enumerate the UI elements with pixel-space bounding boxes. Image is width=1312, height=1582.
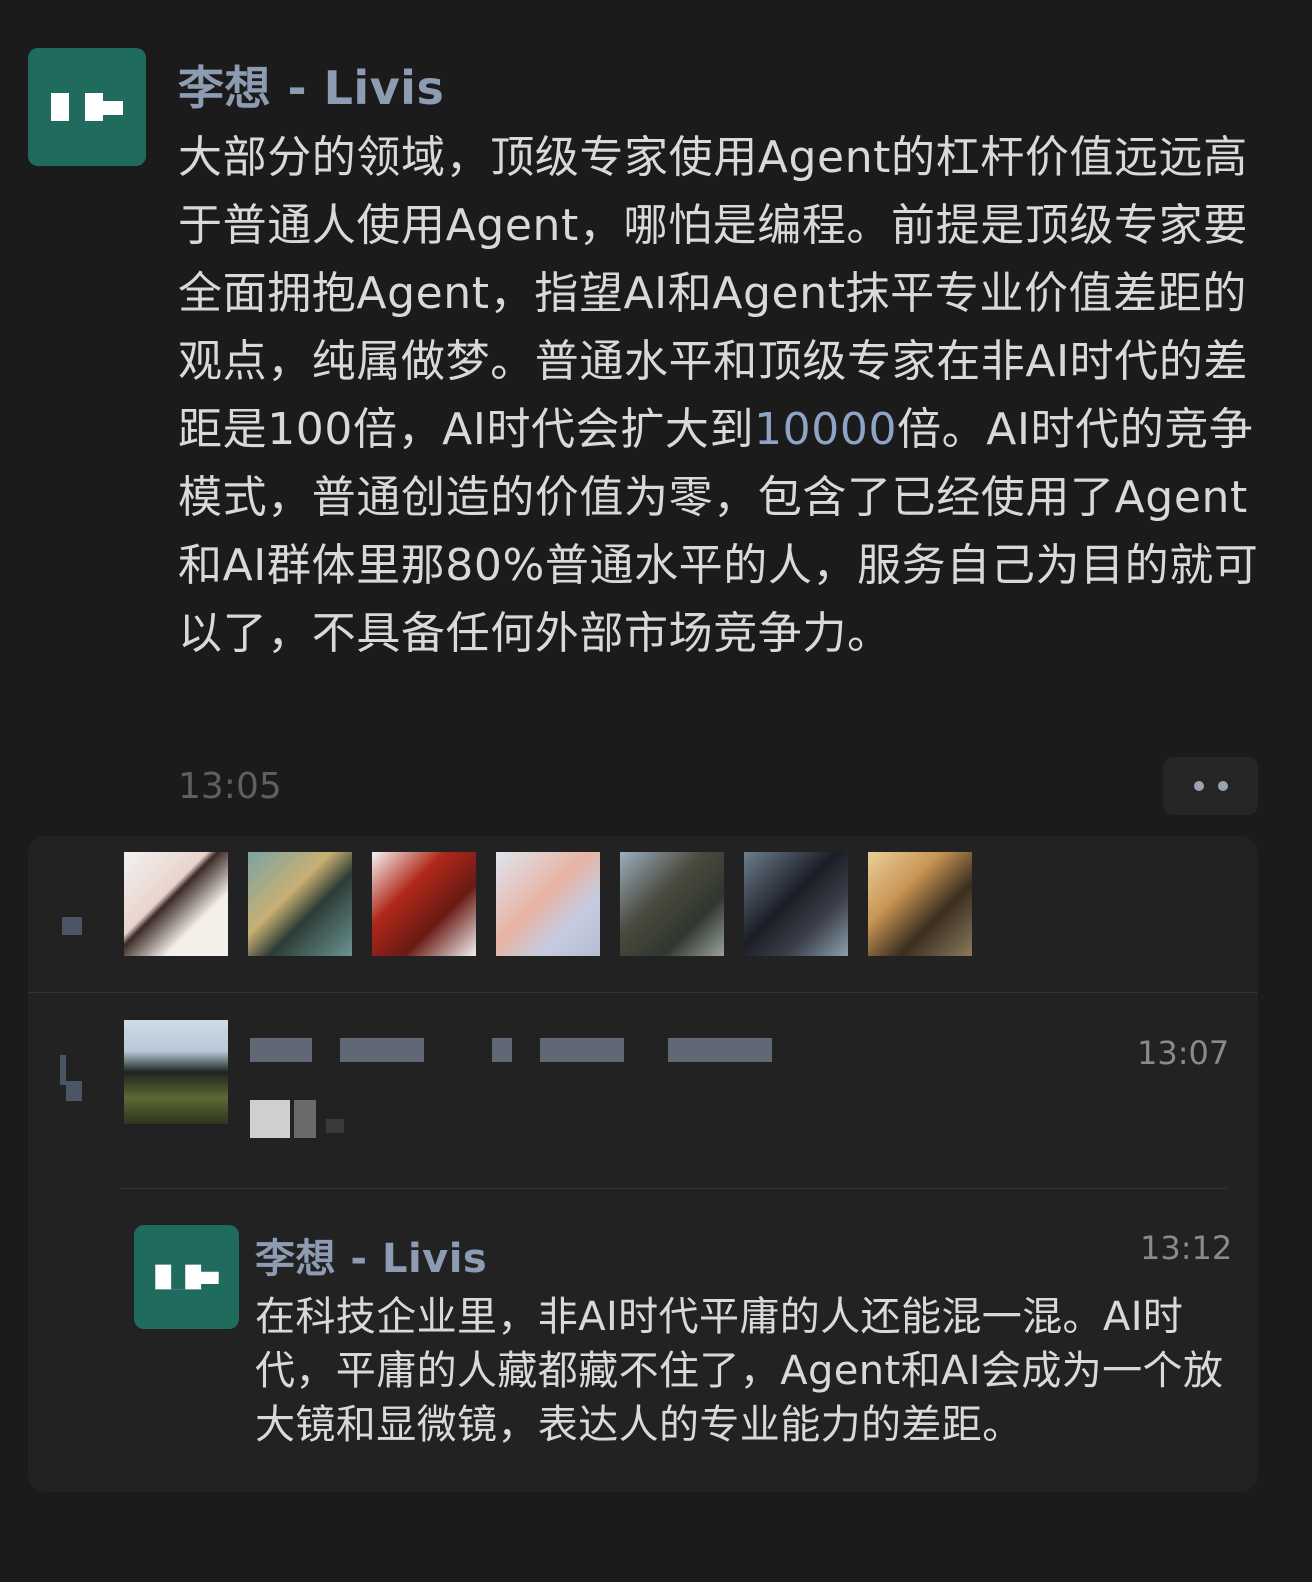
comment-divider [120, 1188, 1228, 1189]
liker-avatar[interactable] [124, 852, 228, 956]
post-author-name[interactable]: 李想 - Livis [178, 52, 444, 118]
more-actions-button[interactable] [1163, 757, 1258, 815]
liker-avatar[interactable] [868, 852, 972, 956]
comment-text-redacted [250, 1100, 344, 1138]
reply-author-name[interactable]: 李想 - Livis [255, 1226, 487, 1284]
liker-avatar[interactable] [372, 852, 476, 956]
number-link[interactable]: 10000 [754, 404, 897, 455]
commenter-name-redacted [250, 1038, 776, 1062]
liker-avatars [124, 852, 972, 956]
comment-icon [60, 1055, 82, 1101]
like-icon [62, 917, 82, 935]
comment-time: 13:07 [1137, 1034, 1230, 1072]
post-time: 13:05 [178, 766, 282, 807]
likes-comments-divider [28, 992, 1258, 993]
liker-avatar[interactable] [620, 852, 724, 956]
reply-content: 在科技企业里，非AI时代平庸的人还能混一混。AI时代，平庸的人藏都藏不住了，Ag… [255, 1294, 1224, 1448]
liker-avatar[interactable] [744, 852, 848, 956]
reply-time: 13:12 [1140, 1229, 1233, 1267]
commenter-avatar[interactable] [124, 1020, 228, 1124]
more-dots-icon-2 [1217, 781, 1228, 791]
more-dots-icon [1193, 781, 1204, 791]
liker-avatar[interactable] [496, 852, 600, 956]
post-content: 大部分的领域，顶级专家使用Agent的杠杆价值远远高于普通人使用Agent，哪怕… [178, 124, 1283, 668]
li-auto-logo-icon [51, 93, 123, 121]
liker-avatar[interactable] [248, 852, 352, 956]
post-author-avatar[interactable] [28, 48, 146, 166]
reply-author-avatar[interactable] [134, 1225, 239, 1329]
li-auto-logo-icon [154, 1264, 219, 1290]
